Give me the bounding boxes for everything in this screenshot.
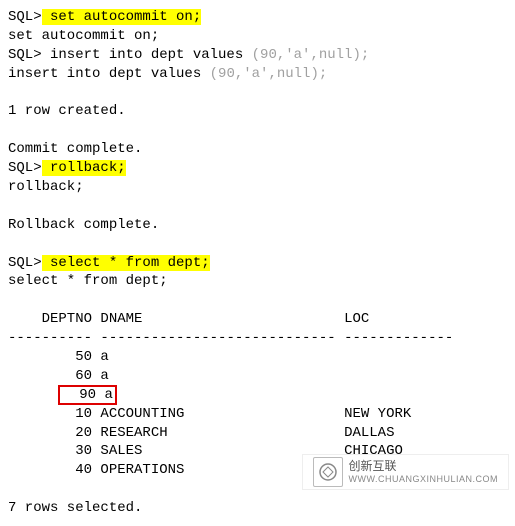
prompt: SQL>: [8, 9, 42, 25]
table-row: 20 RESEARCH DALLAS: [8, 424, 507, 443]
msg-commit: Commit complete.: [8, 140, 507, 159]
sql-line-insert: SQL> insert into dept values (90,'a',nul…: [8, 46, 507, 65]
msg-rollback: Rollback complete.: [8, 216, 507, 235]
sql-line-rollback: SQL> rollback;: [8, 159, 507, 178]
prompt-and-cmd: SQL> insert into dept values: [8, 47, 252, 63]
prompt: SQL>: [8, 160, 42, 176]
highlighted-command: select * from dept;: [42, 255, 210, 271]
watermark: 创新互联 WWW.CHUANGXINHULIAN.COM: [302, 454, 510, 490]
watermark-logo-icon: [313, 457, 343, 487]
table-row: 10 ACCOUNTING NEW YORK: [8, 405, 507, 424]
table-row: 60 a: [8, 367, 507, 386]
cell-dname: RESEARCH: [100, 425, 344, 441]
gray-args: (90,'a',null);: [252, 47, 370, 63]
table-header: DEPTNO DNAME LOC: [8, 310, 507, 329]
dash: ----------------------------: [100, 330, 344, 346]
echo-rollback: rollback;: [8, 178, 507, 197]
cell-deptno: 10: [8, 406, 100, 422]
table-row-highlighted: 90 a: [8, 386, 507, 405]
cell-dname: ACCOUNTING: [100, 406, 344, 422]
cell-deptno: 50: [8, 349, 100, 365]
cell-dname: a: [104, 387, 112, 403]
echo-autocommit: set autocommit on;: [8, 27, 507, 46]
col-deptno: DEPTNO: [8, 311, 92, 327]
prompt: SQL>: [8, 255, 42, 271]
cell-dname: a: [100, 349, 108, 365]
cell-loc: DALLAS: [344, 425, 394, 441]
table-row: 50 a: [8, 348, 507, 367]
msg-row-created: 1 row created.: [8, 102, 507, 121]
col-loc: LOC: [344, 311, 369, 327]
highlighted-command: rollback;: [42, 160, 126, 176]
cell-deptno: 20: [8, 425, 100, 441]
cell-deptno: 60: [8, 368, 100, 384]
sql-line-select: SQL> select * from dept;: [8, 254, 507, 273]
cell-deptno: 40: [8, 462, 100, 478]
echo-text: insert into dept values: [8, 66, 210, 82]
cell-dname: a: [100, 368, 108, 384]
dash: -------------: [344, 330, 453, 346]
cell-deptno: 30: [8, 443, 100, 459]
watermark-url: WWW.CHUANGXINHULIAN.COM: [349, 474, 499, 485]
highlighted-command: set autocommit on;: [42, 9, 202, 25]
echo-insert: insert into dept values (90,'a',null);: [8, 65, 507, 84]
dash: ----------: [8, 330, 100, 346]
table-divider: ---------- ---------------------------- …: [8, 329, 507, 348]
col-dname: DNAME: [92, 311, 142, 327]
watermark-zh: 创新互联: [349, 459, 499, 473]
echo-select: select * from dept;: [8, 272, 507, 291]
sql-line-autocommit: SQL> set autocommit on;: [8, 8, 507, 27]
msg-rows-selected: 7 rows selected.: [8, 499, 507, 518]
gray-args: (90,'a',null);: [210, 66, 328, 82]
red-box: 90 a: [58, 385, 116, 405]
cell-loc: NEW YORK: [344, 406, 411, 422]
